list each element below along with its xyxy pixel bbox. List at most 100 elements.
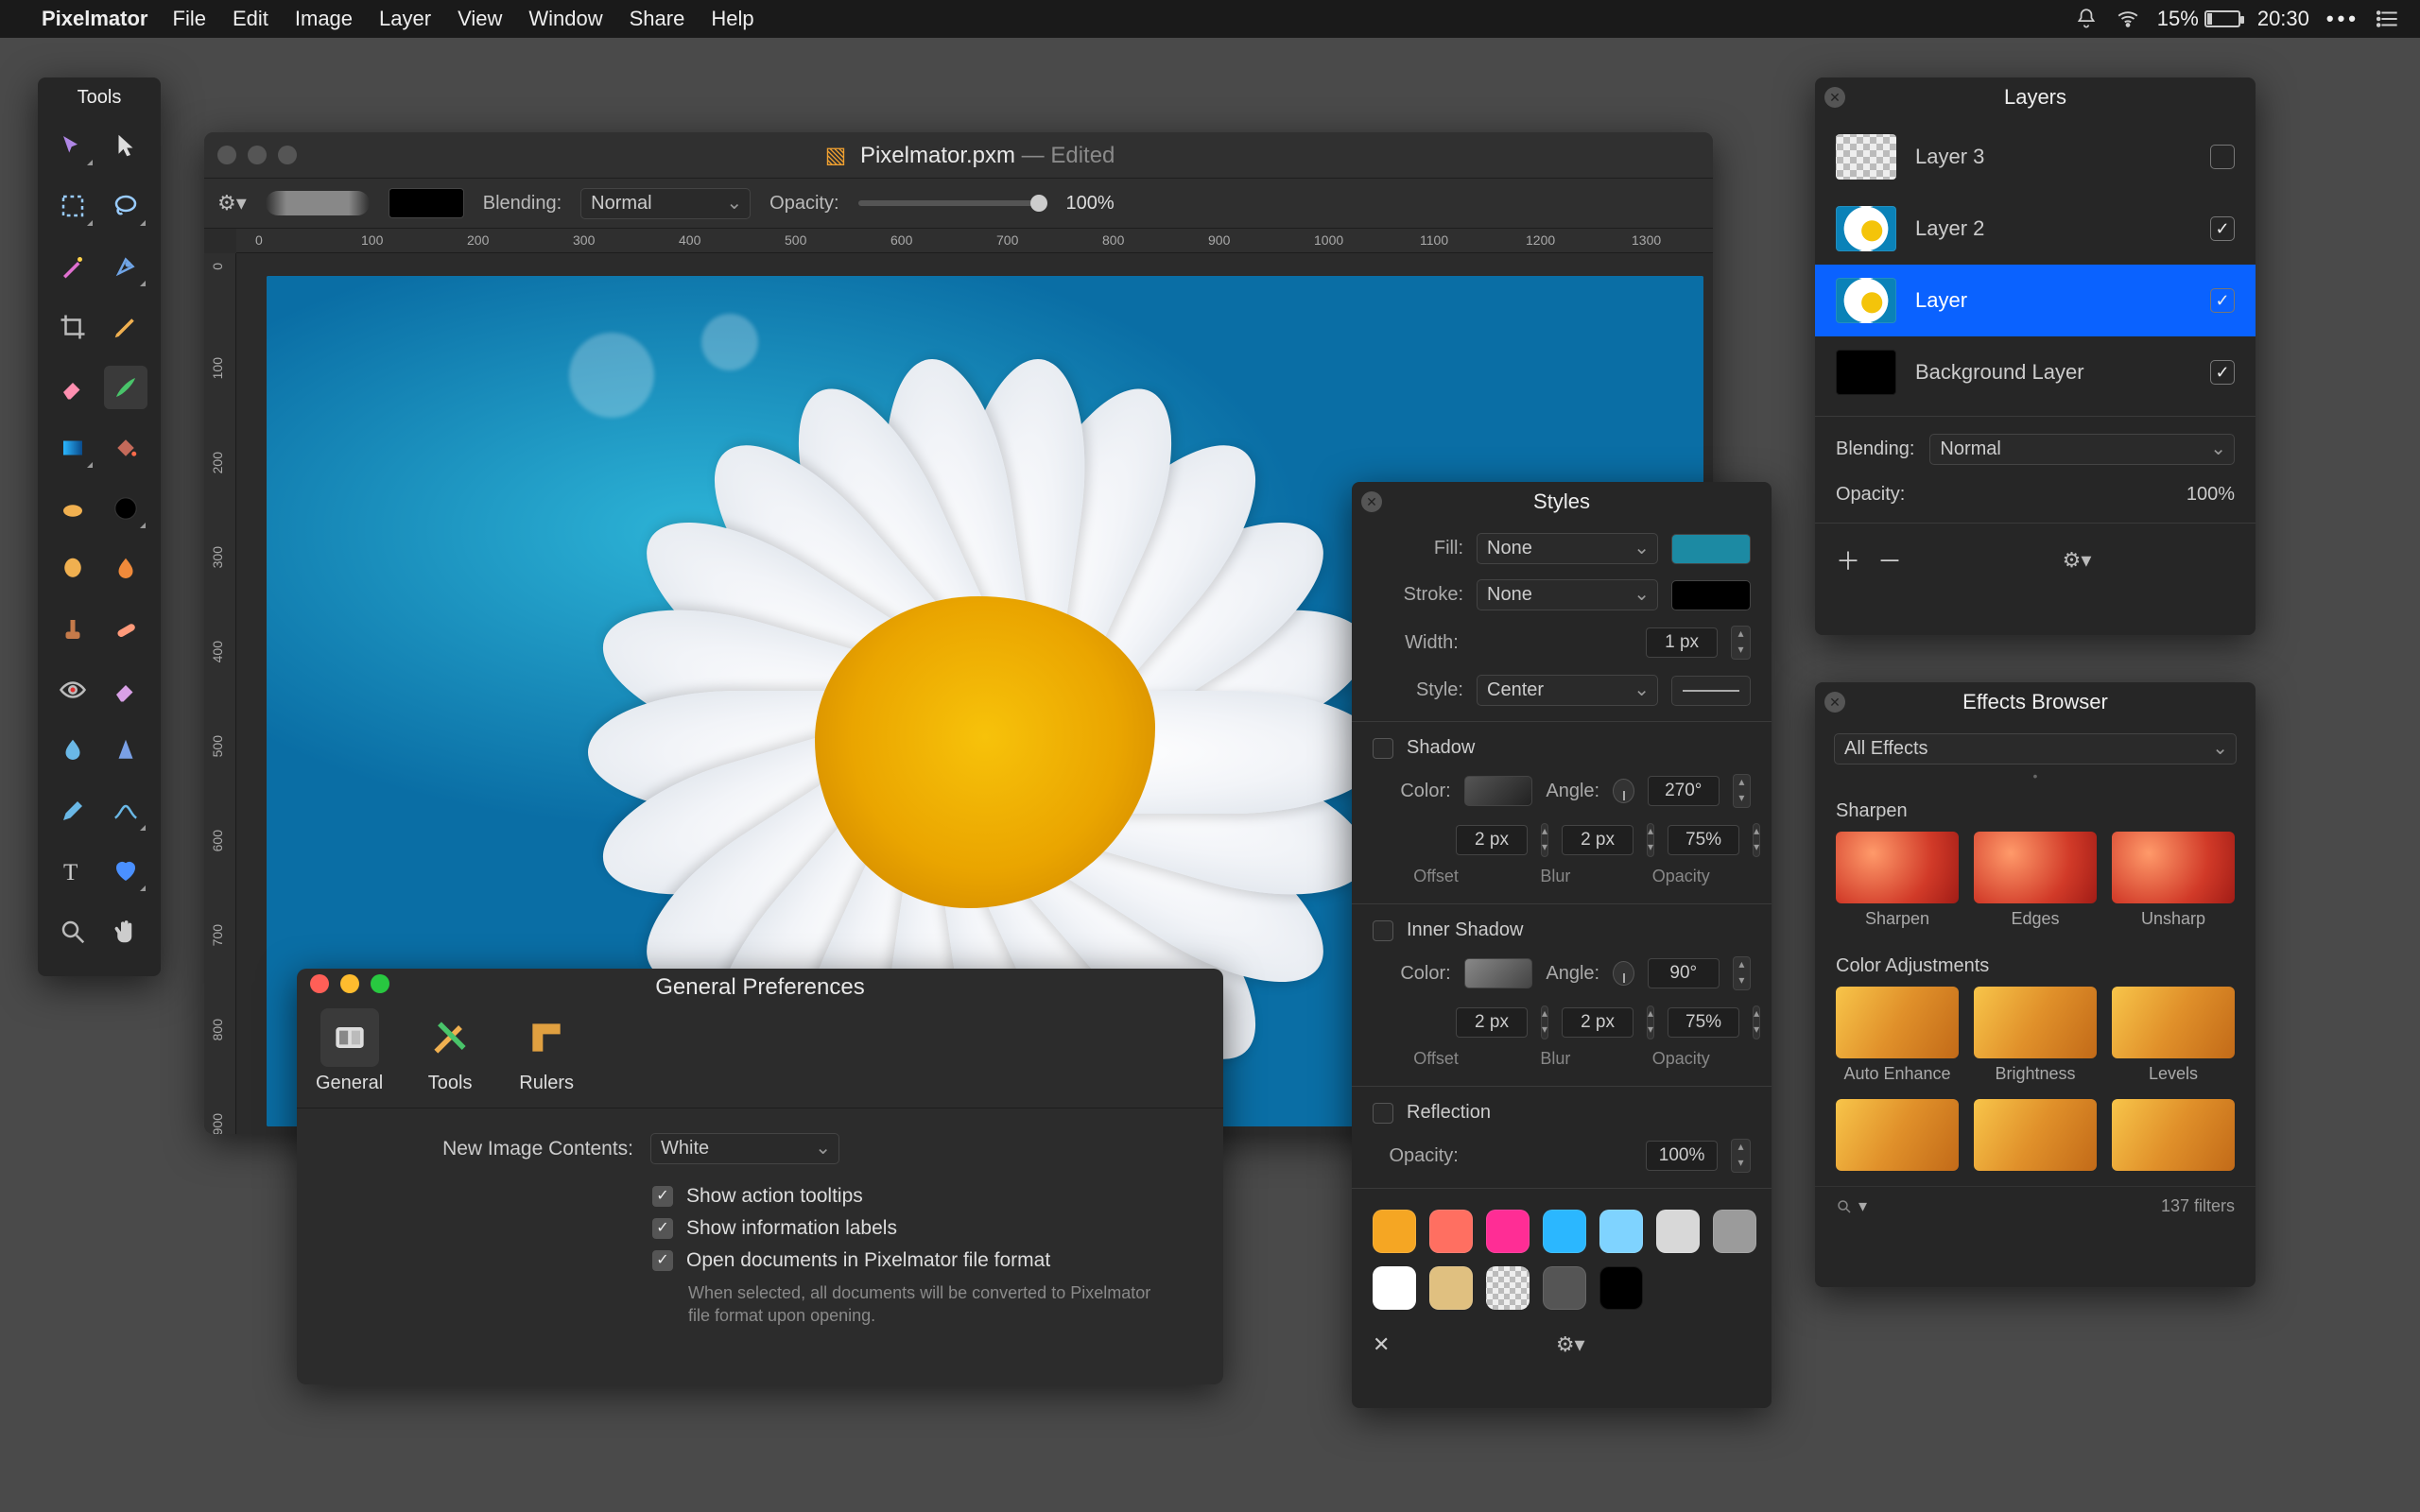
inner-blur-stepper[interactable]: ▴▾ <box>1647 1005 1654 1040</box>
tool-crop[interactable] <box>51 305 95 349</box>
prefs-check-infolabels[interactable]: Show information labels <box>652 1217 1189 1240</box>
menu-view[interactable]: View <box>458 7 502 31</box>
inner-offset-stepper[interactable]: ▴▾ <box>1541 1005 1548 1040</box>
prefs-tab-tools[interactable]: Tools <box>421 1008 479 1094</box>
effects-close-button[interactable]: ✕ <box>1824 692 1845 713</box>
tool-sponge[interactable] <box>51 547 95 591</box>
layer-visibility-checkbox[interactable] <box>2210 360 2235 385</box>
reflection-opacity-stepper[interactable]: ▴▾ <box>1731 1139 1751 1173</box>
blending-dropdown[interactable]: Normal <box>580 188 751 219</box>
inner-blur-input[interactable] <box>1562 1007 1634 1038</box>
shadow-blur-input[interactable] <box>1562 825 1634 855</box>
layers-add-button[interactable]: ＋ <box>1836 542 1860 577</box>
toolbar-settings-icon[interactable]: ⚙︎▾ <box>217 191 247 215</box>
inner-opacity-input[interactable] <box>1668 1007 1739 1038</box>
effect-item[interactable]: Sharpen <box>1836 832 1959 929</box>
effect-item[interactable]: Edges <box>1974 832 2097 929</box>
tool-pencil[interactable] <box>104 305 147 349</box>
tool-shape[interactable] <box>104 850 147 893</box>
layer-row[interactable]: Layer <box>1815 265 2256 336</box>
tool-magic-eraser[interactable] <box>104 668 147 712</box>
effect-item[interactable] <box>1836 1099 1959 1177</box>
shadow-offset-stepper[interactable]: ▴▾ <box>1541 823 1548 857</box>
app-menu[interactable]: Pixelmator <box>42 7 148 31</box>
layers-remove-button[interactable]: － <box>1877 542 1902 577</box>
effects-filter-dropdown[interactable]: All Effects <box>1834 733 2237 765</box>
menu-file[interactable]: File <box>173 7 206 31</box>
tool-arrow-select[interactable] <box>104 124 147 167</box>
tool-eraser[interactable] <box>51 366 95 409</box>
shadow-opacity-stepper[interactable]: ▴▾ <box>1753 823 1760 857</box>
menu-help[interactable]: Help <box>711 7 753 31</box>
stroke-width-stepper[interactable]: ▴▾ <box>1731 626 1751 660</box>
layer-thumbnail[interactable] <box>1836 350 1896 395</box>
layer-visibility-checkbox[interactable] <box>2210 216 2235 241</box>
style-preset-swatch[interactable] <box>1486 1210 1530 1253</box>
effect-item[interactable]: Brightness <box>1974 987 2097 1084</box>
layer-visibility-checkbox[interactable] <box>2210 145 2235 169</box>
prefs-check-openformat[interactable]: Open documents in Pixelmator file format <box>652 1249 1189 1272</box>
document-titlebar[interactable]: ▧ Pixelmator.pxm — Edited <box>204 132 1713 178</box>
style-preset-swatch[interactable] <box>1599 1266 1643 1310</box>
menu-window[interactable]: Window <box>528 7 602 31</box>
layer-thumbnail[interactable] <box>1836 278 1896 323</box>
tool-drop[interactable] <box>104 547 147 591</box>
ruler-vertical[interactable]: 0100200300400500600700800900 <box>204 253 236 1134</box>
status-overflow-icon[interactable]: ••• <box>2326 7 2360 31</box>
opacity-slider[interactable] <box>858 200 1047 206</box>
prefs-tab-general[interactable]: General <box>316 1008 383 1094</box>
inner-angle-dial[interactable] <box>1613 961 1634 986</box>
brush-preview[interactable] <box>266 191 370 215</box>
style-preset-swatch[interactable] <box>1373 1210 1416 1253</box>
tool-warp[interactable] <box>104 789 147 833</box>
style-preset-swatch[interactable] <box>1429 1266 1473 1310</box>
tool-sharpen[interactable] <box>104 729 147 772</box>
tool-zoom[interactable] <box>51 910 95 954</box>
ruler-horizontal[interactable]: 0100200300400500600700800900100011001200… <box>236 229 1713 253</box>
styles-close-button[interactable]: ✕ <box>1361 491 1382 512</box>
style-preset-swatch[interactable] <box>1429 1210 1473 1253</box>
inner-offset-input[interactable] <box>1456 1007 1528 1038</box>
window-minimize-button[interactable] <box>248 146 267 164</box>
shadow-offset-input[interactable] <box>1456 825 1528 855</box>
menu-image[interactable]: Image <box>295 7 353 31</box>
style-preset-swatch[interactable] <box>1373 1266 1416 1310</box>
inner-opacity-stepper[interactable]: ▴▾ <box>1753 1005 1760 1040</box>
style-preset-swatch[interactable] <box>1543 1266 1586 1310</box>
shadow-angle-stepper[interactable]: ▴▾ <box>1733 774 1751 808</box>
status-list-icon[interactable] <box>2377 7 2401 31</box>
prefs-check-tooltips[interactable]: Show action tooltips <box>652 1185 1189 1208</box>
stroke-style-dropdown[interactable]: Center <box>1477 675 1658 706</box>
shadow-color-swatch[interactable] <box>1464 776 1533 806</box>
shadow-opacity-input[interactable] <box>1668 825 1739 855</box>
layer-thumbnail[interactable] <box>1836 134 1896 180</box>
layer-thumbnail[interactable] <box>1836 206 1896 251</box>
style-preset-swatch[interactable] <box>1599 1210 1643 1253</box>
shadow-checkbox[interactable] <box>1373 738 1393 759</box>
stroke-dropdown[interactable]: None <box>1477 579 1658 610</box>
layer-visibility-checkbox[interactable] <box>2210 288 2235 313</box>
reflection-checkbox[interactable] <box>1373 1103 1393 1124</box>
layers-settings-button[interactable]: ⚙︎▾ <box>2063 548 2092 573</box>
tool-move[interactable] <box>51 124 95 167</box>
tool-gradient[interactable] <box>51 426 95 470</box>
layers-blending-dropdown[interactable]: Normal <box>1929 434 2235 465</box>
styles-remove-button[interactable]: ✕ <box>1373 1332 1390 1357</box>
effect-item[interactable] <box>1974 1099 2097 1177</box>
reflection-opacity-input[interactable] <box>1646 1141 1718 1171</box>
style-preset-swatch[interactable] <box>1656 1210 1700 1253</box>
tool-color-wheel[interactable] <box>104 487 147 530</box>
stroke-line-style[interactable] <box>1671 676 1751 706</box>
status-clock[interactable]: 20:30 <box>2257 7 2309 31</box>
menu-layer[interactable]: Layer <box>379 7 431 31</box>
style-preset-swatch[interactable] <box>1486 1266 1530 1310</box>
shadow-angle-dial[interactable] <box>1613 779 1634 803</box>
tool-blur[interactable] <box>51 729 95 772</box>
style-preset-swatch[interactable] <box>1543 1210 1586 1253</box>
inner-shadow-checkbox[interactable] <box>1373 920 1393 941</box>
menu-share[interactable]: Share <box>630 7 685 31</box>
shadow-angle-input[interactable] <box>1648 776 1720 806</box>
tool-text[interactable]: T <box>51 850 95 893</box>
inner-angle-input[interactable] <box>1648 958 1720 988</box>
tool-pen[interactable] <box>104 245 147 288</box>
